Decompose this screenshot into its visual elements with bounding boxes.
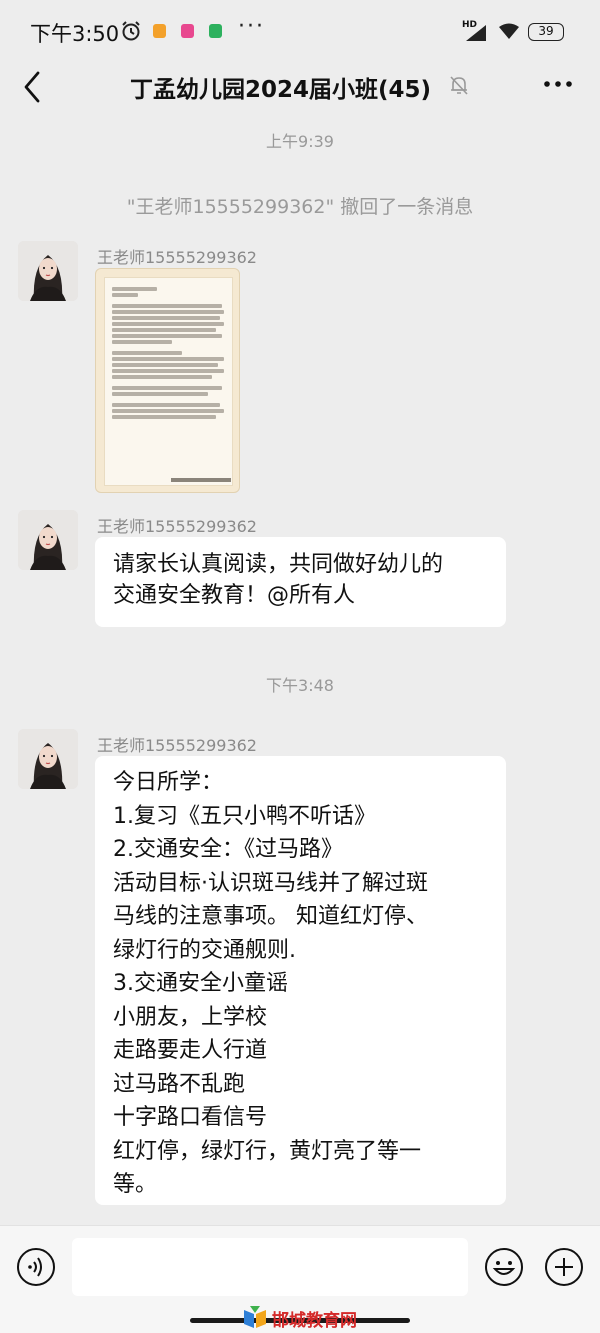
message-line: 十字路口看信号 — [113, 1105, 268, 1130]
battery-icon: 39 — [528, 23, 564, 41]
avatar-image — [18, 510, 78, 570]
watermark-text: 邯城教育网 — [272, 1311, 357, 1331]
signal-icon — [466, 25, 486, 41]
message-line: 请家长认真阅读，共同做好幼儿的 — [113, 552, 444, 577]
time-separator: 下午3:48 — [266, 676, 334, 695]
recall-notice: "王老师15555299362" 撤回了一条消息 — [126, 196, 474, 218]
chat-header: 丁孟幼儿园2024届小班(45) — [0, 62, 600, 122]
avatar[interactable] — [18, 241, 78, 301]
status-bar: 下午3:50 ··· HD 39 — [0, 0, 600, 62]
image-message[interactable] — [95, 268, 240, 493]
status-time: 下午3:50 — [30, 22, 120, 46]
message-line: 马线的注意事项。 知道红灯停、 — [113, 904, 428, 929]
voice-input-icon[interactable] — [16, 1247, 56, 1287]
avatar[interactable] — [18, 729, 78, 789]
back-icon[interactable] — [20, 70, 46, 104]
watermark: 邯城教育网 — [242, 1304, 367, 1331]
message-line: 小朋友，上学校 — [113, 1004, 268, 1030]
message-line: 绿灯行的交通舰则. — [113, 937, 296, 963]
message-line: 等。 — [113, 1172, 158, 1197]
message-bubble[interactable]: 请家长认真阅读，共同做好幼儿的 交通安全教育！@所有人 — [95, 537, 506, 627]
message-line: 过马路不乱跑 — [113, 1071, 246, 1097]
sender-name: 王老师15555299362 — [97, 517, 257, 536]
chat-title: 丁孟幼儿园2024届小班(45) — [130, 77, 432, 103]
notice-signature — [171, 478, 231, 482]
avatar-image — [18, 241, 78, 301]
more-options-icon[interactable] — [543, 72, 573, 96]
notification-app-icon — [209, 24, 222, 38]
message-bubble[interactable]: 今日所学： 1.复习《五只小鸭不听话》 2.交通安全：《过马路》 活动目标·认识… — [95, 756, 506, 1205]
notice-document-thumbnail — [104, 277, 233, 486]
notification-app-icon — [153, 24, 166, 38]
message-line: 1.复习《五只小鸭不听话》 — [113, 803, 376, 829]
emoji-icon[interactable] — [484, 1247, 524, 1287]
mute-bell-icon — [450, 76, 468, 95]
sender-name: 王老师15555299362 — [97, 248, 257, 267]
message-line: 今日所学： — [113, 770, 224, 795]
message-line: 红灯停，绿灯行，黄灯亮了等一 — [113, 1138, 422, 1164]
message-line: 3.交通安全小童谣 — [113, 971, 288, 996]
watermark-logo-icon — [244, 1306, 266, 1328]
sender-name: 王老师15555299362 — [97, 736, 257, 755]
avatar[interactable] — [18, 510, 78, 570]
wifi-icon — [499, 23, 519, 39]
more-notifications-icon: ··· — [238, 14, 265, 39]
message-line: 交通安全教育！@所有人 — [113, 583, 356, 608]
message-input[interactable] — [72, 1238, 468, 1296]
message-line: 活动目标·认识斑马线并了解过斑 — [113, 870, 428, 896]
time-separator: 上午9:39 — [266, 132, 334, 151]
plus-icon[interactable] — [544, 1247, 584, 1287]
message-line: 2.交通安全：《过马路》 — [113, 837, 343, 862]
alarm-icon — [122, 21, 140, 41]
notification-app-icon — [181, 24, 194, 38]
message-line: 走路要走人行道 — [113, 1038, 268, 1063]
avatar-image — [18, 729, 78, 789]
chat-input-bar: 邯城教育网 — [0, 1225, 600, 1333]
